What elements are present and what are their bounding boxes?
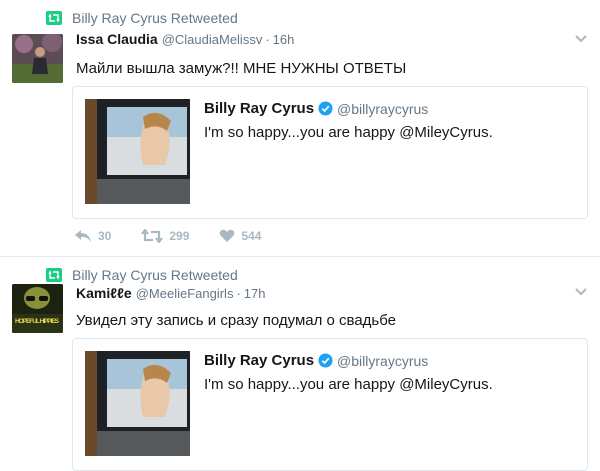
- tweet-header: Kamiℓℓe @MeelieFangirls · 17h: [76, 285, 266, 301]
- reply-count: 30: [98, 229, 112, 243]
- separator-dot: ·: [236, 286, 241, 301]
- tweet-actions: 30 299 544: [74, 229, 291, 243]
- timestamp[interactable]: 17h: [244, 286, 266, 301]
- avatar[interactable]: HOPEFUL HIPPIES: [12, 284, 63, 333]
- retweet-button[interactable]: 299: [141, 229, 189, 243]
- avatar[interactable]: [12, 34, 63, 83]
- tweet-header: Issa Claudia @ClaudiaMelissv · 16h: [76, 31, 294, 47]
- retweet-context: Billy Ray Cyrus Retweeted: [46, 10, 238, 26]
- chevron-down-icon[interactable]: [574, 287, 588, 297]
- quoted-author-name[interactable]: Billy Ray Cyrus: [204, 100, 314, 117]
- author-handle[interactable]: @MeelieFangirls: [136, 286, 234, 301]
- tweet-card[interactable]: Billy Ray Cyrus Retweeted HOPEFUL HIPPIE…: [0, 257, 600, 471]
- retweet-context-text: Billy Ray Cyrus Retweeted: [72, 267, 238, 283]
- reply-icon: [75, 230, 91, 242]
- quoted-author-name[interactable]: Billy Ray Cyrus: [204, 352, 314, 369]
- verified-badge-icon: [318, 101, 333, 116]
- separator-dot: ·: [265, 32, 270, 47]
- timestamp[interactable]: 16h: [273, 32, 295, 47]
- retweet-icon: [46, 11, 62, 25]
- verified-badge-icon: [318, 353, 333, 368]
- tweet-text: Увидел эту запись и сразу подумал о свад…: [76, 312, 397, 329]
- quoted-tweet-text: I'm so happy...you are happy @MileyCyrus…: [204, 376, 493, 393]
- retweet-count: 299: [169, 229, 190, 243]
- quoted-author-handle[interactable]: @billyraycyrus: [337, 353, 428, 369]
- like-count: 544: [241, 229, 262, 243]
- retweet-context-text: Billy Ray Cyrus Retweeted: [72, 10, 238, 26]
- retweet-icon: [46, 268, 62, 282]
- quoted-tweet-header: Billy Ray Cyrus @billyraycyrus: [204, 100, 428, 117]
- quoted-tweet-image[interactable]: [85, 99, 190, 204]
- tweet-card[interactable]: Billy Ray Cyrus Retweeted Issa Claudia @…: [0, 0, 600, 257]
- author-name[interactable]: Issa Claudia: [76, 31, 158, 47]
- quoted-author-handle[interactable]: @billyraycyrus: [337, 101, 428, 117]
- like-button[interactable]: 544: [219, 229, 261, 243]
- quoted-tweet[interactable]: Billy Ray Cyrus @billyraycyrus I'm so ha…: [72, 338, 588, 471]
- heart-icon: [220, 229, 235, 242]
- tweet-text: Майли вышла замуж?!! МНЕ НУЖНЫ ОТВЕТЫ: [76, 60, 407, 77]
- author-name[interactable]: Kamiℓℓe: [76, 285, 132, 301]
- quoted-tweet-header: Billy Ray Cyrus @billyraycyrus: [204, 352, 428, 369]
- quoted-tweet[interactable]: Billy Ray Cyrus @billyraycyrus I'm so ha…: [72, 86, 588, 219]
- retweet-icon: [141, 229, 164, 243]
- reply-button[interactable]: 30: [74, 229, 111, 243]
- author-handle[interactable]: @ClaudiaMelissv: [162, 32, 263, 47]
- quoted-tweet-image[interactable]: [85, 351, 190, 456]
- avatar-text: HOPEFUL HIPPIES: [15, 318, 60, 325]
- quoted-tweet-text: I'm so happy...you are happy @MileyCyrus…: [204, 124, 493, 141]
- retweet-context: Billy Ray Cyrus Retweeted: [46, 267, 238, 283]
- chevron-down-icon[interactable]: [574, 34, 588, 44]
